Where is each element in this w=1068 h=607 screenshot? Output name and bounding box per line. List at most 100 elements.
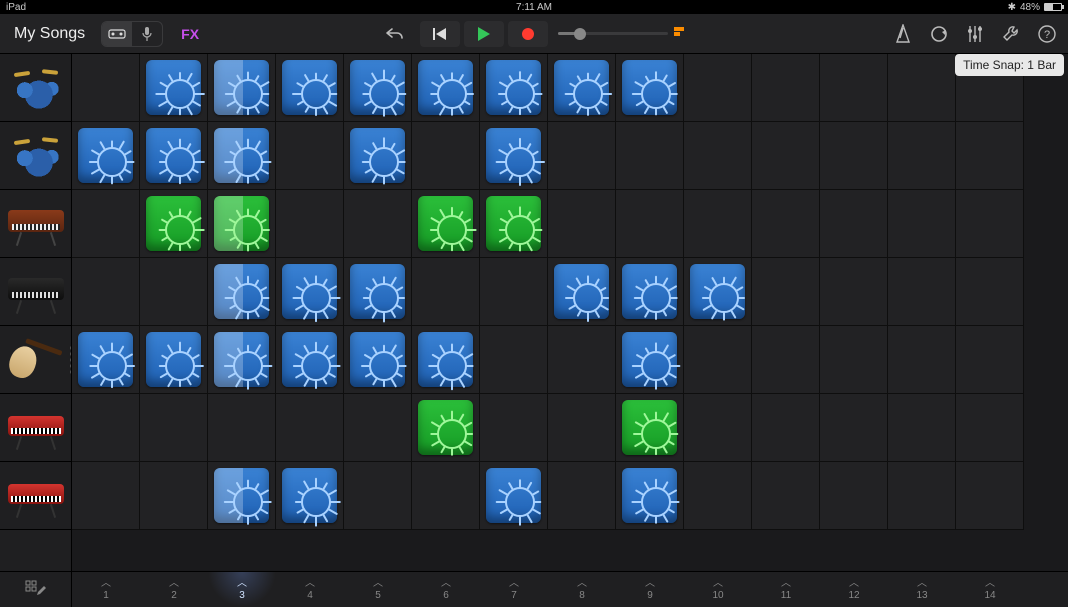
- column-trigger-3[interactable]: ︿3: [208, 572, 276, 607]
- grid-cell[interactable]: [72, 394, 140, 462]
- track-header-keys-red-2[interactable]: [0, 462, 71, 530]
- grid-cell[interactable]: [820, 190, 888, 258]
- column-trigger-7[interactable]: ︿7: [480, 572, 548, 607]
- loop-cell[interactable]: [554, 60, 609, 115]
- grid-cell[interactable]: [140, 122, 208, 190]
- grid-cell[interactable]: [208, 258, 276, 326]
- loop-cell[interactable]: [486, 60, 541, 115]
- grid-cell[interactable]: [684, 462, 752, 530]
- undo-button[interactable]: [380, 21, 410, 47]
- grid-cell[interactable]: [548, 326, 616, 394]
- loop-cell[interactable]: [622, 60, 677, 115]
- track-header-drum-kit-1[interactable]: [0, 54, 71, 122]
- grid-cell[interactable]: [412, 54, 480, 122]
- loop-cell[interactable]: [214, 60, 269, 115]
- grid-cell[interactable]: [752, 54, 820, 122]
- grid-cell[interactable]: [208, 54, 276, 122]
- grid-cell[interactable]: [412, 326, 480, 394]
- column-trigger-10[interactable]: ︿10: [684, 572, 752, 607]
- metronome-button[interactable]: [892, 23, 914, 45]
- grid-cell[interactable]: [344, 462, 412, 530]
- loop-cell[interactable]: [486, 128, 541, 183]
- column-trigger-11[interactable]: ︿11: [752, 572, 820, 607]
- grid-cell[interactable]: [276, 394, 344, 462]
- loop-cell[interactable]: [146, 196, 201, 251]
- loop-cell[interactable]: [214, 264, 269, 319]
- loop-cell[interactable]: [418, 60, 473, 115]
- grid-cell[interactable]: [616, 122, 684, 190]
- loop-cell[interactable]: [622, 468, 677, 523]
- grid-cell[interactable]: [72, 462, 140, 530]
- grid-cell[interactable]: [956, 462, 1024, 530]
- loop-cell[interactable]: [146, 128, 201, 183]
- grid-cell[interactable]: [888, 394, 956, 462]
- grid-cell[interactable]: [140, 462, 208, 530]
- grid-cell[interactable]: [616, 394, 684, 462]
- loop-cell[interactable]: [486, 468, 541, 523]
- grid-cell[interactable]: [820, 258, 888, 326]
- column-trigger-2[interactable]: ︿2: [140, 572, 208, 607]
- grid-cell[interactable]: [276, 54, 344, 122]
- track-header-bass-guitar[interactable]: [0, 326, 71, 394]
- grid-cell[interactable]: [684, 394, 752, 462]
- loop-cell[interactable]: [554, 264, 609, 319]
- loop-cell[interactable]: [282, 332, 337, 387]
- grid-cell[interactable]: [956, 122, 1024, 190]
- grid-cell[interactable]: [480, 462, 548, 530]
- grid-cell[interactable]: [480, 190, 548, 258]
- grid-cell[interactable]: [412, 394, 480, 462]
- track-resize-handle[interactable]: [70, 346, 71, 374]
- loop-cell[interactable]: [214, 468, 269, 523]
- settings-button[interactable]: [1000, 23, 1022, 45]
- grid-cell[interactable]: [276, 190, 344, 258]
- grid-cell[interactable]: [888, 462, 956, 530]
- grid-cell[interactable]: [72, 258, 140, 326]
- loop-cell[interactable]: [214, 128, 269, 183]
- loop-cell[interactable]: [146, 60, 201, 115]
- loop-cell[interactable]: [78, 332, 133, 387]
- grid-cell[interactable]: [752, 258, 820, 326]
- grid-cell[interactable]: [616, 190, 684, 258]
- grid-cell[interactable]: [548, 394, 616, 462]
- grid-cell[interactable]: [276, 258, 344, 326]
- grid-cell[interactable]: [276, 462, 344, 530]
- grid-cell[interactable]: [140, 54, 208, 122]
- grid-cell[interactable]: [72, 54, 140, 122]
- grid-cell[interactable]: [752, 394, 820, 462]
- grid-cell[interactable]: [140, 190, 208, 258]
- grid-cell[interactable]: [344, 190, 412, 258]
- grid-cell[interactable]: [72, 122, 140, 190]
- track-header-synth-wood[interactable]: [0, 190, 71, 258]
- my-songs-button[interactable]: My Songs: [8, 21, 91, 47]
- loop-cell[interactable]: [214, 196, 269, 251]
- grid-cell[interactable]: [412, 462, 480, 530]
- grid-cell[interactable]: [548, 54, 616, 122]
- grid-cell[interactable]: [344, 326, 412, 394]
- loop-cell[interactable]: [146, 332, 201, 387]
- loop-cell[interactable]: [350, 264, 405, 319]
- grid-cell[interactable]: [208, 122, 276, 190]
- volume-slider[interactable]: [558, 32, 668, 35]
- grid-cell[interactable]: [684, 54, 752, 122]
- grid-cell[interactable]: [684, 190, 752, 258]
- grid-cell[interactable]: [752, 326, 820, 394]
- grid-cell[interactable]: [548, 462, 616, 530]
- fx-button[interactable]: FX: [173, 22, 207, 46]
- grid-cell[interactable]: [140, 258, 208, 326]
- edit-grid-button[interactable]: [0, 572, 72, 607]
- grid-cell[interactable]: [888, 326, 956, 394]
- grid-cell[interactable]: [616, 462, 684, 530]
- play-button[interactable]: [464, 21, 504, 47]
- grid-cell[interactable]: [344, 258, 412, 326]
- grid-cell[interactable]: [752, 462, 820, 530]
- loop-cell[interactable]: [622, 332, 677, 387]
- go-to-start-button[interactable]: [420, 21, 460, 47]
- mixer-button[interactable]: [964, 23, 986, 45]
- grid-cell[interactable]: [412, 122, 480, 190]
- grid-cell[interactable]: [140, 394, 208, 462]
- loop-cell[interactable]: [690, 264, 745, 319]
- loop-cell[interactable]: [418, 332, 473, 387]
- grid-cell[interactable]: [208, 394, 276, 462]
- track-header-keys-red-1[interactable]: [0, 394, 71, 462]
- view-grid-button[interactable]: [102, 22, 132, 46]
